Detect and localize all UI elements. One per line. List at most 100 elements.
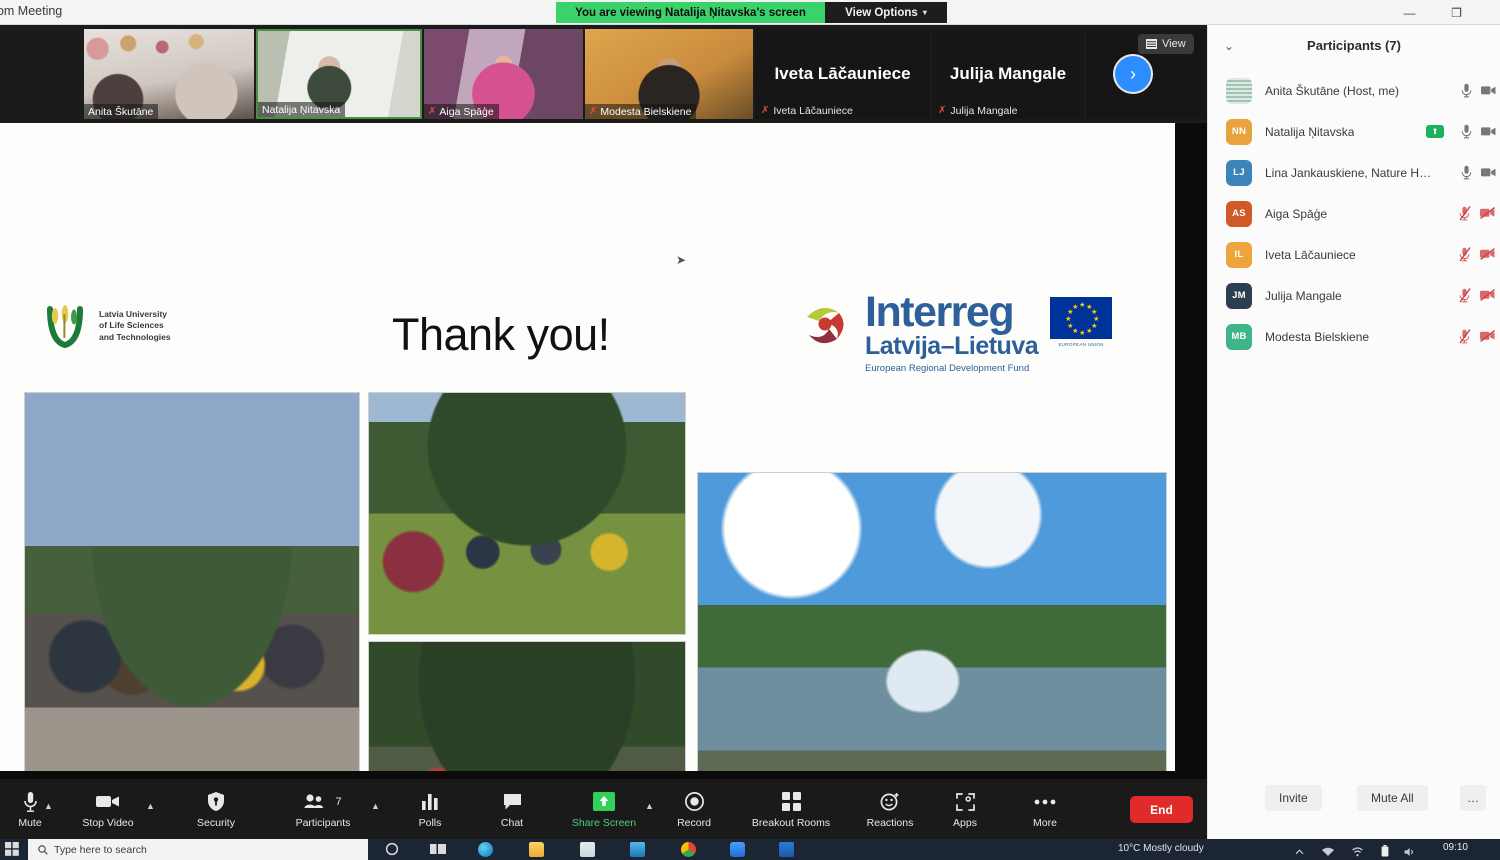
share-screen-button[interactable]: Share Screen [564,783,644,835]
video-tile-label: Julija Mangale [950,105,1017,117]
view-layout-label: View [1162,38,1186,50]
stop-video-button[interactable]: Stop Video [72,783,144,835]
camera-on-icon[interactable] [1481,83,1496,101]
end-meeting-label: End [1150,803,1173,817]
apps-button[interactable]: Apps [935,783,995,835]
zoom-icon[interactable] [730,842,745,857]
video-tile-natalija[interactable]: Natalija Ņitavska [256,29,422,119]
minimize-button[interactable]: — [1387,0,1432,25]
network-icon[interactable] [1322,844,1333,855]
shared-screen-content[interactable]: Latvia University of Life Sciences and T… [0,123,1175,771]
weather-text: 10°C Mostly cloudy [1118,843,1204,854]
record-button[interactable]: Record [660,783,728,835]
weather-widget[interactable]: 10°C Mostly cloudy [1118,843,1204,854]
security-button[interactable]: Security [180,783,252,835]
audio-options-caret[interactable]: ▲ [44,801,53,811]
mic-on-icon[interactable] [1461,124,1472,144]
video-tile-modesta[interactable]: ✗ Modesta Bielskiene [585,29,753,119]
start-button[interactable] [5,842,20,857]
search-input[interactable]: Type here to search [28,839,368,860]
show-hidden-icons-caret[interactable] [1295,844,1306,855]
mute-all-button[interactable]: Mute All [1357,785,1428,811]
store-icon[interactable] [580,842,595,857]
participants-panel-footer: Invite Mute All … [1208,781,1500,821]
participant-row-anita[interactable]: Anita Škutāne (Host, me) [1208,70,1500,111]
polls-label: Polls [419,817,442,829]
participant-row-lina[interactable]: LJ Lina Jankauskiene, Nature Heritage... [1208,152,1500,193]
mic-muted-icon[interactable] [1459,206,1472,226]
avatar-initials: LJ [1233,167,1245,178]
participant-row-natalija[interactable]: NN Natalija Ņitavska ⬆ [1208,111,1500,152]
camera-muted-icon[interactable] [1480,206,1496,224]
video-tile-big-name: Iveta Lāčauniece [774,64,910,84]
apps-icon [956,790,975,814]
onedrive-icon[interactable] [630,842,645,857]
slide-photo-group-bench [368,641,686,771]
camera-on-icon[interactable] [1481,124,1496,142]
video-tile-aiga[interactable]: ✗ Aiga Spāģe [424,29,583,119]
reactions-button[interactable]: Reactions [850,783,930,835]
mic-on-icon[interactable] [1461,165,1472,185]
mic-on-icon[interactable] [1461,83,1472,103]
avatar-initials: AS [1232,208,1246,219]
video-options-caret[interactable]: ▲ [146,801,155,811]
video-tile-julija[interactable]: Julija Mangale ✗ Julija Mangale [932,29,1084,119]
view-options-label: View Options [845,7,918,19]
interreg-fund-line: European Regional Development Fund [865,363,1038,374]
participant-row-julija[interactable]: JM Julija Mangale [1208,275,1500,316]
chrome-icon[interactable] [681,842,696,857]
share-screen-icon [593,790,615,814]
chat-button[interactable]: Chat [478,783,546,835]
mic-muted-icon[interactable] [1459,329,1472,349]
slide-photo-pond-fountain [697,472,1167,771]
chevron-right-icon: › [1130,65,1136,83]
polls-button[interactable]: Polls [396,783,464,835]
participant-row-modesta[interactable]: MB Modesta Bielskiene [1208,316,1500,357]
slide-photo-group-pavement [24,392,360,771]
invite-label: Invite [1279,791,1308,805]
battery-icon[interactable] [1381,844,1392,855]
more-button[interactable]: More [1012,783,1078,835]
participants-panel-header: ⌄ Participants (7) [1208,25,1500,70]
maximize-button[interactable]: ❐ [1434,0,1479,25]
muted-mic-icon: ✗ [761,106,769,116]
share-options-caret[interactable]: ▲ [645,801,654,811]
cortana-icon[interactable] [385,842,400,857]
camera-muted-icon[interactable] [1480,288,1496,306]
video-tile-name-bar: Natalija Ņitavska [258,102,345,117]
task-view-icon[interactable] [430,842,445,857]
mic-muted-icon[interactable] [1459,247,1472,267]
video-tile-anita[interactable]: Anita Škutāne [84,29,254,119]
chat-bubble-icon [503,790,522,814]
participant-row-iveta[interactable]: IL Iveta Lāčauniece [1208,234,1500,275]
camera-muted-icon[interactable] [1480,329,1496,347]
slide-photo-group-lawn [368,392,686,635]
participants-button[interactable]: 7 Participants [285,783,361,835]
search-icon [38,845,48,855]
camera-muted-icon[interactable] [1480,247,1496,265]
view-layout-button[interactable]: View [1138,34,1194,54]
participants-more-button[interactable]: … [1460,785,1486,811]
lulst-logo-text: Latvia University of Life Sciences and T… [99,309,171,343]
file-explorer-icon[interactable] [529,842,544,857]
end-meeting-button[interactable]: End [1130,796,1193,823]
outlook-icon[interactable] [779,842,794,857]
participant-row-aiga[interactable]: AS Aiga Spāģe [1208,193,1500,234]
wifi-icon[interactable] [1352,844,1363,855]
mic-muted-icon[interactable] [1459,288,1472,308]
camera-on-icon[interactable] [1481,165,1496,183]
participants-options-caret[interactable]: ▲ [371,801,380,811]
avatar: NN [1226,119,1252,145]
video-tile-name-bar: ✗ Aiga Spāģe [424,104,499,119]
edge-icon[interactable] [478,842,493,857]
video-tile-iveta[interactable]: Iveta Lāčauniece ✗ Iveta Lāčauniece [755,29,930,119]
next-page-button[interactable]: › [1113,54,1153,94]
filmstrip-next-panel: View › [1086,29,1207,119]
taskbar-clock[interactable]: 09:10 [1443,842,1468,853]
video-tile-big-name: Julija Mangale [950,64,1066,84]
breakout-rooms-button[interactable]: Breakout Rooms [740,783,842,835]
invite-button[interactable]: Invite [1265,785,1322,811]
polls-bar-chart-icon [421,790,439,814]
view-options-button[interactable]: View Options ▾ [825,2,947,23]
volume-icon[interactable] [1404,844,1415,855]
